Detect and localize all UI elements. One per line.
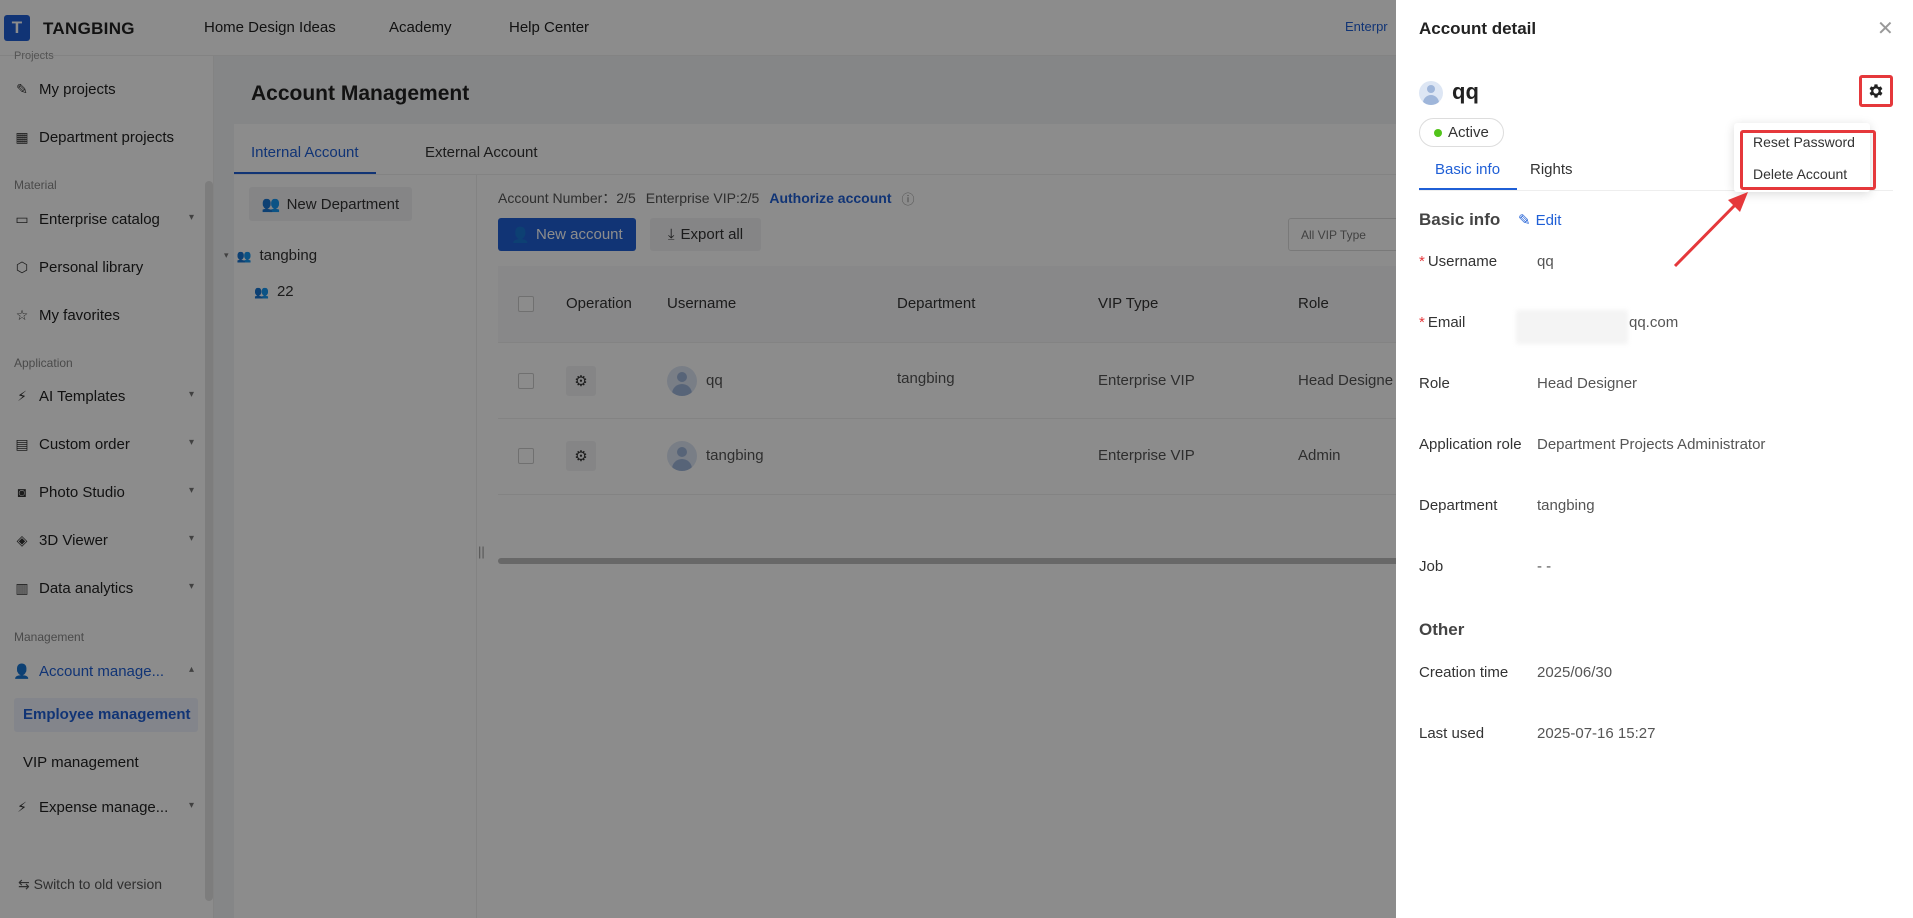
annotation-arrow-icon <box>1673 192 1748 268</box>
basic-info-heading: Basic info <box>1419 210 1501 229</box>
field-label-role: Role <box>1419 375 1450 392</box>
field-value-job: - - <box>1537 558 1552 575</box>
edit-label: Edit <box>1535 211 1562 229</box>
field-label-department: Department <box>1419 497 1498 514</box>
account-name: qq <box>1452 79 1479 104</box>
tab-rights[interactable]: Rights <box>1530 161 1573 178</box>
field-value-application-role: Department Projects Administrator <box>1537 436 1766 453</box>
field-label-text: Username <box>1427 253 1498 270</box>
field-label-application-role: Application role <box>1419 436 1522 453</box>
modal-overlay[interactable] <box>0 0 1396 918</box>
menu-highlight-box <box>1740 130 1876 190</box>
field-label-last-used: Last used <box>1419 725 1485 742</box>
close-icon[interactable]: ✕ <box>1877 16 1894 41</box>
required-marker: * <box>1419 314 1425 331</box>
account-detail-drawer: Account detail ✕ qq Active Basic info Ri… <box>1396 0 1913 918</box>
drawer-tab-active-indicator <box>1419 188 1517 190</box>
field-label-email: * Email <box>1419 314 1465 331</box>
field-value-role: Head Designer <box>1537 375 1638 392</box>
drawer-title: Account detail <box>1419 19 1537 38</box>
avatar <box>1419 81 1443 105</box>
email-redaction <box>1516 310 1628 344</box>
field-value-email: qq.com <box>1629 314 1679 331</box>
other-heading: Other <box>1419 620 1465 639</box>
status-badge: Active <box>1419 118 1504 147</box>
field-label-text: Email <box>1427 314 1466 331</box>
required-marker: * <box>1419 253 1425 270</box>
field-value-last-used: 2025-07-16 15:27 <box>1537 725 1656 742</box>
field-label-username: * Username <box>1419 253 1497 270</box>
status-dot <box>1434 128 1442 137</box>
edit-link[interactable]: ✎ Edit <box>1518 211 1562 230</box>
gear-icon-svg <box>1869 84 1883 98</box>
tab-basic-info[interactable]: Basic info <box>1435 161 1500 178</box>
gear-icon[interactable] <box>1859 75 1893 107</box>
field-label-job: Job <box>1419 558 1444 575</box>
field-value-creation-time: 2025/06/30 <box>1537 664 1613 681</box>
status-label: Active <box>1448 124 1489 141</box>
field-value-username: qq <box>1537 253 1554 270</box>
field-label-creation-time: Creation time <box>1419 664 1509 681</box>
field-value-department: tangbing <box>1537 497 1595 514</box>
pencil-icon: ✎ <box>1518 212 1531 229</box>
